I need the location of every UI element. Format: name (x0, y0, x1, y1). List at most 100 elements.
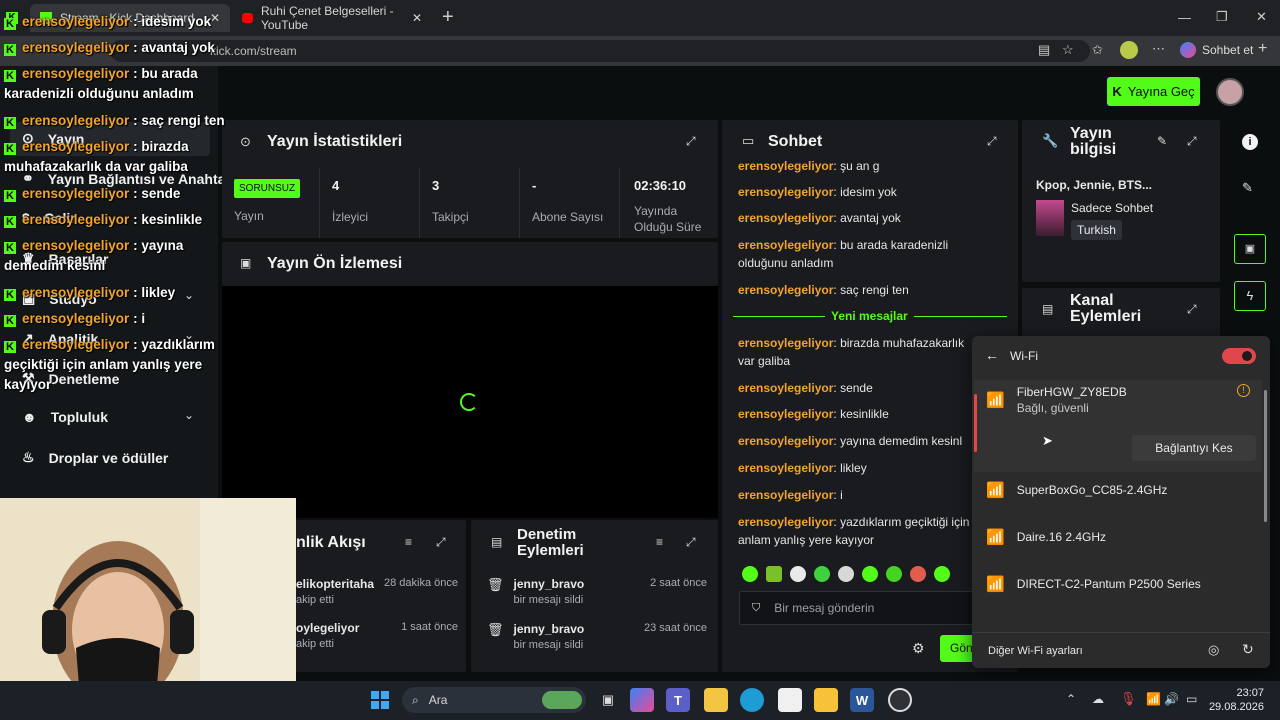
emote-icon[interactable] (814, 566, 830, 582)
wifi-network[interactable]: 📶 DIRECT-C2-Pantum P2500 Series (986, 575, 1201, 593)
emote-icon[interactable] (766, 566, 782, 582)
channel-icon: ▤ (1042, 302, 1054, 316)
network-settings-icon[interactable]: ◎ (1208, 642, 1219, 658)
kick-badge-icon: K (4, 242, 16, 254)
taskbar-search[interactable]: ⌕ Ara (402, 687, 586, 713)
chat-message: erensoylegeliyor: yayına demedim kesinl (738, 434, 963, 448)
store-icon[interactable] (778, 688, 802, 712)
expand-icon[interactable]: ⤢ (987, 134, 997, 149)
chat-send-button[interactable]: Gön (940, 635, 972, 662)
moderation-item: 🗑 jenny_bravo 2 saat önce bir mesajı sil… (487, 577, 707, 606)
wifi-secure-icon: 📶 (986, 482, 1005, 499)
expand-icon[interactable]: ⤢ (1187, 302, 1197, 317)
copilot-taskbar-icon[interactable] (630, 688, 654, 712)
emote-icon[interactable] (790, 566, 806, 582)
tab-youtube[interactable]: Ruhi Çenet Belgeselleri - YouTube ✕ (232, 4, 432, 32)
new-tab-icon[interactable]: + (442, 6, 454, 29)
overlay-chat-line: Kerensoylegeliyor : kesinlikle (4, 210, 202, 230)
edge-icon[interactable] (740, 688, 764, 712)
tray-cloud-icon[interactable]: ☁ (1092, 692, 1104, 706)
chevron-down-icon[interactable]: ⌄ (184, 408, 194, 422)
sohbet-label: Sohbet et (1202, 43, 1254, 57)
filter-icon[interactable]: ≡ (405, 535, 412, 549)
expand-icon[interactable]: ⤢ (686, 535, 696, 550)
go-live-button[interactable]: K Yayına Geç (1107, 77, 1200, 106)
chat-title: Sohbet (768, 133, 823, 150)
wifi-scrollbar[interactable] (1264, 390, 1267, 522)
back-arrow-icon[interactable]: ← (985, 347, 999, 363)
url-field[interactable]: kick.com/stream (110, 40, 1090, 62)
moderation-sub: bir mesajı sildi (513, 639, 584, 651)
wifi-secure-icon: 📶 (986, 576, 1005, 593)
more-wifi-settings-link[interactable]: Diğer Wi-Fi ayarları (988, 645, 1083, 657)
more-menu-icon[interactable]: ⋯ (1152, 41, 1165, 57)
emote-icon[interactable] (910, 566, 926, 582)
pencil-icon[interactable]: ✎ (1242, 180, 1253, 196)
chat-settings-icon[interactable]: ⚙ (912, 640, 925, 657)
refresh-icon[interactable]: ↻ (1242, 641, 1254, 658)
stat-cell-uptime: 02:36:10 Yayında Olduğu Süre (622, 168, 718, 238)
copilot-button[interactable]: Sohbet et (1180, 42, 1253, 58)
emote-icon[interactable] (862, 566, 878, 582)
emote-icon[interactable] (742, 566, 758, 582)
wifi-network[interactable]: 📶 SuperBoxGo_CC85-2.4GHz (986, 481, 1167, 499)
taskbar-clock[interactable]: 23:07 29.08.2026 (1208, 686, 1264, 714)
wifi-footer-divider (972, 632, 1270, 633)
file-explorer-icon[interactable] (704, 688, 728, 712)
sidebar-item-topluluk[interactable]: ☻ Topluluk (22, 409, 108, 425)
tray-volume-icon[interactable]: 🔊 (1164, 692, 1179, 706)
disconnect-button[interactable]: Bağlantıyı Kes (1132, 435, 1256, 461)
filter-icon[interactable]: ≡ (656, 535, 663, 549)
sidebar-add-icon[interactable]: + (1258, 40, 1267, 58)
tray-battery-icon[interactable]: ▭ (1186, 692, 1197, 706)
wifi-network-connected[interactable]: 📶 FiberHGW_ZY8EDB Bağlı, güvenli (986, 385, 1127, 415)
window-close-icon[interactable]: ✕ (1256, 9, 1267, 25)
info-icon[interactable]: i (1242, 134, 1258, 150)
teams-icon[interactable]: T (666, 688, 690, 712)
close-tab-icon[interactable]: ✕ (210, 11, 220, 25)
chat-input[interactable]: ⛉ Bir mesaj gönderin (739, 591, 979, 625)
clock-time: 23:07 (1236, 687, 1264, 699)
expand-icon[interactable]: ⤢ (1187, 134, 1197, 149)
chat-message: erensoylegeliyor: kesinlikle (738, 407, 889, 421)
chevron-down-icon[interactable]: ⌄ (184, 288, 194, 302)
emote-icon[interactable] (934, 566, 950, 582)
start-button-icon[interactable] (371, 691, 389, 709)
maximize-icon[interactable]: ❐ (1216, 9, 1228, 25)
sidebar-item-droplar[interactable]: ♨ Droplar ve ödüller (22, 449, 168, 466)
overlay-chat-line: Kerensoylegeliyor : saç rengi ten (4, 111, 225, 131)
favorite-star-icon[interactable]: ☆ (1062, 42, 1074, 58)
wifi-network[interactable]: 📶 Daire.16 2.4GHz (986, 528, 1106, 546)
rail-video-button[interactable]: ▣ (1234, 234, 1266, 264)
stat-label: İzleyici (332, 210, 369, 224)
overlay-chat-line: Kerensoylegeliyor : yayına demedim kesin… (4, 238, 184, 273)
task-view-icon[interactable]: ▣ (596, 688, 620, 712)
emote-icon[interactable] (886, 566, 902, 582)
tray-network-icon[interactable]: 📶 (1146, 692, 1161, 706)
category-thumbnail (1036, 200, 1064, 236)
emote-icon[interactable] (838, 566, 854, 582)
expand-icon[interactable]: ⤢ (436, 535, 446, 550)
moderation-title: Denetim Eylemleri (517, 526, 584, 559)
minimize-icon[interactable]: — (1178, 10, 1191, 25)
favorites-icon[interactable]: ✩ (1092, 42, 1103, 58)
obs-icon[interactable] (888, 688, 912, 712)
user-avatar[interactable] (1216, 78, 1244, 106)
reading-mode-icon[interactable]: ▤ (1038, 42, 1050, 58)
close-tab-icon[interactable]: ✕ (412, 11, 422, 25)
wifi-toggle[interactable] (1222, 348, 1256, 364)
overlay-chat-line: Kerensoylegeliyor : birazda muhafazakarl… (4, 139, 189, 174)
overlay-chat-line: Kerensoylegeliyor : bu arada karadenizli… (4, 66, 198, 101)
activity-name: oylegeliyor (296, 621, 360, 635)
preview-title: Yayın Ön İzlemesi (267, 255, 403, 272)
tray-chevron-icon[interactable]: ⌃ (1066, 692, 1076, 706)
expand-icon[interactable]: ⤢ (686, 134, 696, 149)
word-icon[interactable]: W (850, 688, 874, 712)
tray-mic-icon[interactable]: 🎙 (1120, 691, 1137, 707)
edit-icon[interactable]: ✎ (1157, 134, 1167, 148)
language-badge: Turkish (1071, 220, 1122, 240)
rail-bolt-button[interactable]: ϟ (1234, 281, 1266, 311)
notes-icon[interactable] (814, 688, 838, 712)
network-info-icon[interactable]: ! (1237, 384, 1250, 397)
profile-avatar-icon[interactable] (1120, 41, 1138, 59)
